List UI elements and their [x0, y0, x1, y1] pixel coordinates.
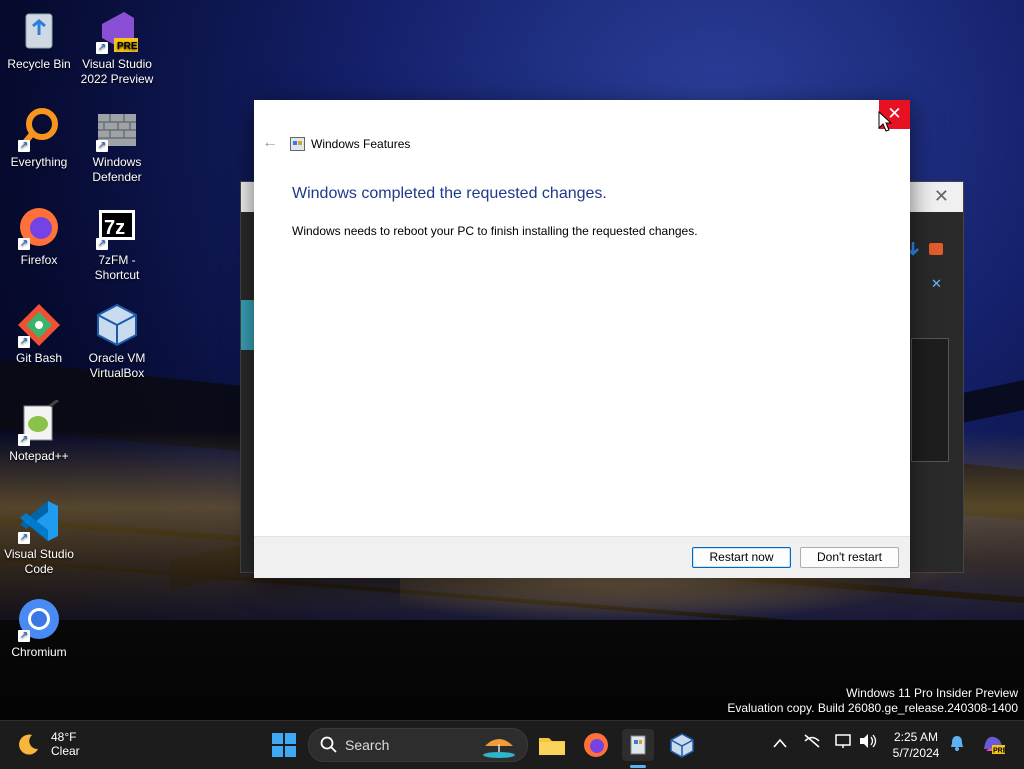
- shortcut-arrow-icon: ↗: [96, 238, 108, 250]
- start-button[interactable]: [268, 729, 300, 761]
- taskbar-firefox[interactable]: [580, 729, 612, 761]
- restart-now-button[interactable]: Restart now: [692, 547, 791, 568]
- chromium-icon: ↗: [16, 596, 62, 642]
- desktop-icon-recycle-bin[interactable]: Recycle Bin: [0, 8, 78, 72]
- beach-umbrella-icon: [483, 739, 515, 758]
- visual-studio-preview-icon: PRE ↗: [94, 8, 140, 54]
- dialog-footer: Restart now Don't restart: [254, 536, 910, 578]
- virtualbox-cube-icon: [94, 302, 140, 348]
- search-placeholder: Search: [345, 737, 390, 753]
- git-bash-icon: ↗: [16, 302, 62, 348]
- dont-restart-button[interactable]: Don't restart: [800, 547, 899, 568]
- volume-icon[interactable]: [858, 733, 878, 752]
- desktop-icon-git-bash[interactable]: ↗ Git Bash: [0, 302, 78, 366]
- shortcut-arrow-icon: ↗: [18, 532, 30, 544]
- windows-logo-icon: [272, 733, 296, 757]
- svg-text:PRE: PRE: [993, 748, 1006, 755]
- shortcut-arrow-icon: ↗: [18, 630, 30, 642]
- virtualbox-cube-icon: [670, 733, 694, 758]
- shortcut-arrow-icon: ↗: [18, 336, 30, 348]
- taskbar-search-box[interactable]: Search: [308, 728, 528, 762]
- download-icon: [907, 242, 943, 256]
- dialog-title: Windows Features: [311, 137, 411, 151]
- windows-features-dialog[interactable]: ✕ ← Windows Features Windows completed t…: [254, 100, 910, 578]
- shortcut-arrow-icon: ↗: [18, 140, 30, 152]
- shortcut-arrow-icon: ↗: [96, 42, 108, 54]
- display-icon[interactable]: [834, 733, 852, 752]
- desktop-icon-firefox[interactable]: ↗ Firefox: [0, 204, 78, 268]
- watermark-line-2: Evaluation copy. Build 26080.ge_release.…: [727, 701, 1018, 715]
- chevron-up-icon[interactable]: [773, 735, 787, 751]
- desktop-icon-everything[interactable]: ↗ Everything: [0, 106, 78, 170]
- desktop-icon-vscode[interactable]: ↗ Visual Studio Code: [0, 498, 78, 577]
- close-icon[interactable]: ✕: [934, 186, 949, 207]
- watermark-line-1: Windows 11 Pro Insider Preview: [846, 686, 1018, 700]
- recycle-bin-icon: [16, 8, 62, 54]
- shortcut-arrow-icon: ↗: [18, 434, 30, 446]
- search-icon: [320, 736, 337, 753]
- back-arrow-icon[interactable]: ←: [262, 134, 278, 152]
- dialog-message: Windows needs to reboot your PC to finis…: [292, 224, 698, 238]
- shortcut-arrow-icon: ↗: [96, 140, 108, 152]
- background-window-panel: [911, 338, 949, 462]
- notepad-plus-plus-icon: ↗: [16, 398, 62, 446]
- brick-wall-icon: ↗: [94, 106, 140, 152]
- vscode-icon: ↗: [16, 498, 62, 544]
- firefox-icon: ↗: [16, 204, 62, 250]
- shortcut-arrow-icon: ↗: [18, 238, 30, 250]
- taskbar-clock[interactable]: 2:25 AM 5/7/2024: [880, 729, 952, 761]
- evaluation-watermark: Windows 11 Pro Insider Preview Evaluatio…: [727, 686, 1018, 716]
- taskbar-windows-features[interactable]: [622, 729, 654, 761]
- desktop-icon-notepad-plus-plus[interactable]: ↗ Notepad++: [0, 398, 78, 464]
- close-icon[interactable]: ✕: [931, 276, 942, 292]
- moon-icon: [19, 734, 38, 755]
- clock-date: 5/7/2024: [892, 746, 940, 760]
- desktop-icon-7zfm[interactable]: 7z ↗ 7zFM - Shortcut: [78, 204, 156, 283]
- desktop-icon-virtualbox[interactable]: Oracle VM VirtualBox: [78, 302, 156, 381]
- folder-icon: [539, 738, 565, 755]
- taskbar: 48°F Clear Search 2:25 AM 5/7/2024 PRE: [0, 720, 1024, 769]
- clock-time: 2:25 AM: [893, 730, 939, 744]
- desktop-icon-windows-defender[interactable]: ↗ Windows Defender: [78, 106, 156, 185]
- svg-text:7z: 7z: [104, 217, 125, 239]
- 7zip-icon: 7z ↗: [94, 204, 140, 250]
- svg-text:PRE: PRE: [117, 41, 138, 52]
- notification-bell-icon[interactable]: [949, 734, 965, 755]
- background-window-accent-strip: [241, 300, 255, 350]
- firefox-icon: [584, 733, 608, 757]
- copilot-preview-icon[interactable]: PRE: [980, 731, 1008, 760]
- weather-condition: Clear: [51, 744, 80, 758]
- windows-features-icon: [290, 137, 305, 151]
- weather-temperature: 48°F: [51, 730, 77, 744]
- taskbar-virtualbox[interactable]: [666, 729, 698, 761]
- everything-search-icon: ↗: [16, 106, 62, 152]
- dialog-heading: Windows completed the requested changes.: [292, 185, 607, 202]
- windows-features-icon: [630, 735, 646, 755]
- network-disconnected-icon[interactable]: [803, 733, 821, 752]
- desktop-icon-visual-studio-2022-preview[interactable]: PRE ↗ Visual Studio 2022 Preview: [78, 8, 156, 87]
- desktop-icon-chromium[interactable]: ↗ Chromium: [0, 596, 78, 660]
- taskbar-file-explorer[interactable]: [536, 729, 568, 761]
